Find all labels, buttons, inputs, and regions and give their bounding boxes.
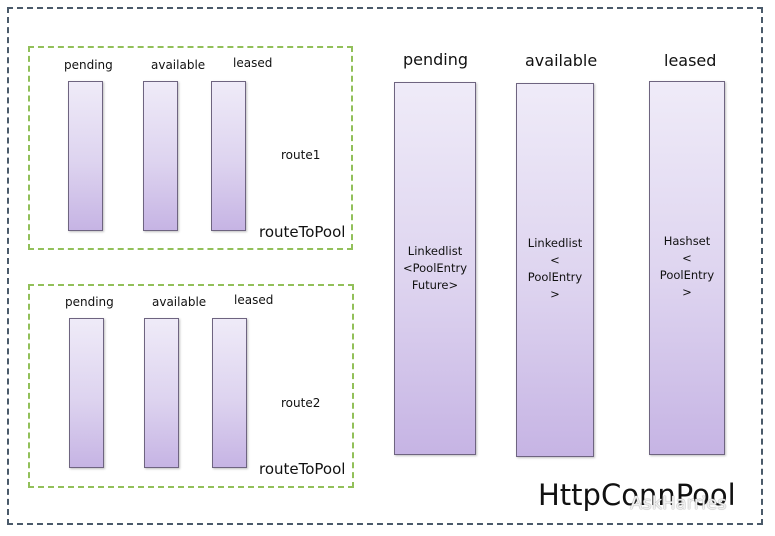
route1-container-label: routeToPool: [259, 223, 346, 241]
route1-available-column: [143, 81, 178, 231]
route1-leased-label: leased: [233, 56, 273, 70]
route2-available-label: available: [152, 295, 207, 309]
route2-name: route2: [281, 396, 321, 410]
pool-available-column: Linkedlist < PoolEntry >: [516, 83, 594, 457]
pool-available-label: available: [525, 51, 598, 70]
route1-pending-label: pending: [64, 58, 113, 72]
pool-pending-content: Linkedlist <PoolEntry Future>: [402, 244, 468, 292]
route2-available-column: [144, 318, 179, 468]
route1-leased-column: [211, 81, 246, 231]
watermark: AskHarries: [630, 493, 727, 514]
route2-leased-column: [212, 318, 247, 468]
route2-pending-column: [69, 318, 104, 468]
pool-leased-label: leased: [664, 51, 717, 70]
pool-available-content: Linkedlist < PoolEntry >: [527, 236, 583, 301]
route2-pending-label: pending: [65, 295, 114, 309]
pool-pending-label: pending: [403, 50, 469, 69]
pool-leased-content: Hashset < PoolEntry >: [659, 234, 715, 299]
route2-container-label: routeToPool: [259, 460, 346, 478]
pool-pending-column: Linkedlist <PoolEntry Future>: [394, 82, 476, 455]
route2-leased-label: leased: [234, 293, 274, 307]
pool-leased-column: Hashset < PoolEntry >: [649, 81, 725, 455]
route1-pending-column: [68, 81, 103, 231]
route1-name: route1: [281, 148, 321, 162]
route1-available-label: available: [151, 58, 206, 72]
